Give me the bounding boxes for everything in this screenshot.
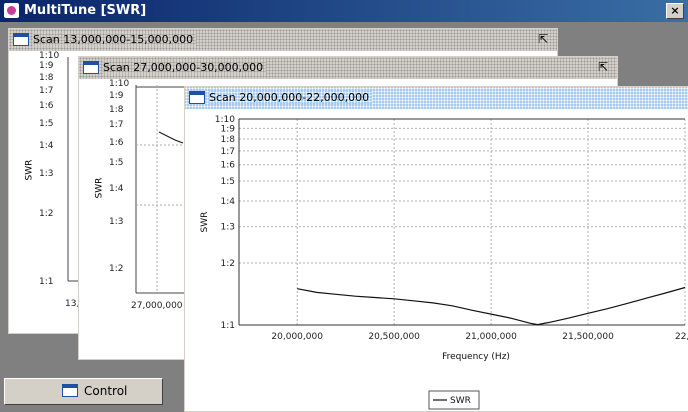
y-tick-label: 1:10: [109, 79, 130, 89]
y-tick-label: 1:9: [109, 91, 124, 102]
window-icon: [189, 91, 205, 104]
window-title: Scan 27,000,000-30,000,000: [103, 61, 267, 74]
app-logo-icon: [4, 3, 19, 18]
restore-icon[interactable]: ⇱: [598, 61, 611, 74]
swr-chart: 1:101:91:81:71:61:51:41:31:21:120,000,00…: [200, 115, 688, 410]
window-icon: [13, 33, 29, 46]
control-label: Control: [84, 384, 128, 398]
y-tick-label: 1:5: [39, 119, 54, 130]
window-title-bar[interactable]: Scan 27,000,000-30,000,000 ⇱: [79, 57, 617, 79]
window-title-bar[interactable]: Scan 20,000,000-22,000,000: [185, 87, 688, 109]
window-title: Scan 13,000,000-15,000,000: [33, 33, 197, 46]
x-tick-label: 20,000,000: [271, 332, 323, 342]
scan-window-20mhz[interactable]: Scan 20,000,000-22,000,000 1:10 1:9 1:8 1:7…: [184, 86, 688, 412]
x-axis-label: Frequency (Hz): [442, 352, 510, 362]
legend-label: SWR: [450, 396, 471, 406]
x-tick-label: 21,500,000: [562, 332, 614, 342]
x-tick-label: 20,500,000: [368, 332, 420, 342]
y-tick-label: 1:5: [109, 158, 124, 169]
y-tick-label: 1:8: [221, 135, 236, 145]
y-tick-label: 1:1: [221, 321, 235, 331]
y-axis-label: SWR: [24, 159, 35, 181]
window-icon: [62, 384, 78, 397]
control-button[interactable]: Control: [4, 378, 163, 405]
y-tick-label: 1:8: [39, 72, 54, 83]
y-tick-label: 1:2: [109, 263, 124, 274]
y-tick-label: 1:3: [39, 169, 54, 180]
x-tick-label: 21,000,000: [465, 332, 517, 342]
y-tick-label: 1:9: [39, 61, 54, 72]
window-title: Scan 20,000,000-22,000,000: [209, 91, 373, 104]
y-tick-label: 1:3: [109, 217, 124, 228]
close-button[interactable]: ×: [666, 3, 684, 19]
y-tick-label: 1:6: [39, 101, 54, 112]
y-tick-label: 1:3: [221, 223, 235, 233]
y-tick-label: 1:6: [109, 137, 124, 148]
y-tick-label: 1:5: [221, 177, 235, 187]
x-tick-label: 22,0: [675, 332, 688, 342]
y-axis-label: SWR: [200, 212, 210, 233]
y-tick-label: 1:2: [221, 259, 235, 269]
y-tick-label: 1:7: [109, 119, 124, 130]
y-tick-label: 1:7: [221, 147, 235, 157]
y-tick-label: 1:1: [39, 277, 54, 287]
app-title: MultiTune [SWR]: [24, 3, 147, 18]
chart-area: 1:10 1:9 1:8 1:7 1:6 1:5 1:4 1:3 1:2 1:1 20,000,00…: [185, 109, 688, 411]
window-title-bar[interactable]: Scan 13,000,000-15,000,000 ⇱: [9, 29, 557, 51]
window-icon: [83, 61, 99, 74]
y-tick-label: 1:7: [39, 86, 54, 96]
y-tick-label: 1:4: [39, 140, 54, 151]
x-tick-label: 27,000,000: [131, 301, 183, 311]
y-tick-label: 1:10: [39, 51, 60, 61]
mdi-workspace: Scan 13,000,000-15,000,000 ⇱ SWR 1:10 1:9…: [0, 22, 688, 412]
restore-icon[interactable]: ⇱: [538, 33, 551, 46]
y-tick-label: 1:4: [109, 184, 124, 195]
y-axis-label: SWR: [94, 177, 105, 199]
y-tick-label: 1:9: [221, 124, 236, 134]
y-tick-label: 1:4: [221, 197, 236, 207]
y-tick-label: 1:2: [39, 208, 54, 219]
y-tick-label: 1:6: [221, 161, 236, 171]
y-tick-label: 1:8: [109, 104, 124, 115]
app-title-bar: MultiTune [SWR] ×: [0, 0, 688, 22]
